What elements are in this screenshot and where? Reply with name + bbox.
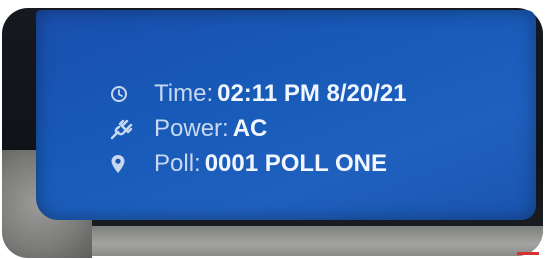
status-power-row: Power: AC — [110, 111, 407, 146]
status-poll-row: Poll: 0001 POLL ONE — [110, 146, 407, 181]
red-marker — [517, 252, 539, 255]
poll-value: 0001 POLL ONE — [204, 150, 387, 177]
time-value: 02:11 PM 8/20/21 — [217, 80, 407, 107]
poll-label: Poll: — [154, 150, 201, 177]
plug-icon — [110, 116, 136, 142]
power-label: Power: — [154, 115, 229, 142]
time-label: Time: — [154, 80, 214, 107]
status-time-row: Time: 02:11 PM 8/20/21 — [110, 76, 407, 111]
clock-icon — [110, 81, 136, 107]
location-pin-icon — [110, 151, 136, 177]
status-panel: Time: 02:11 PM 8/20/21 Power: AC Poll: 0… — [110, 76, 407, 181]
power-value: AC — [232, 115, 268, 142]
